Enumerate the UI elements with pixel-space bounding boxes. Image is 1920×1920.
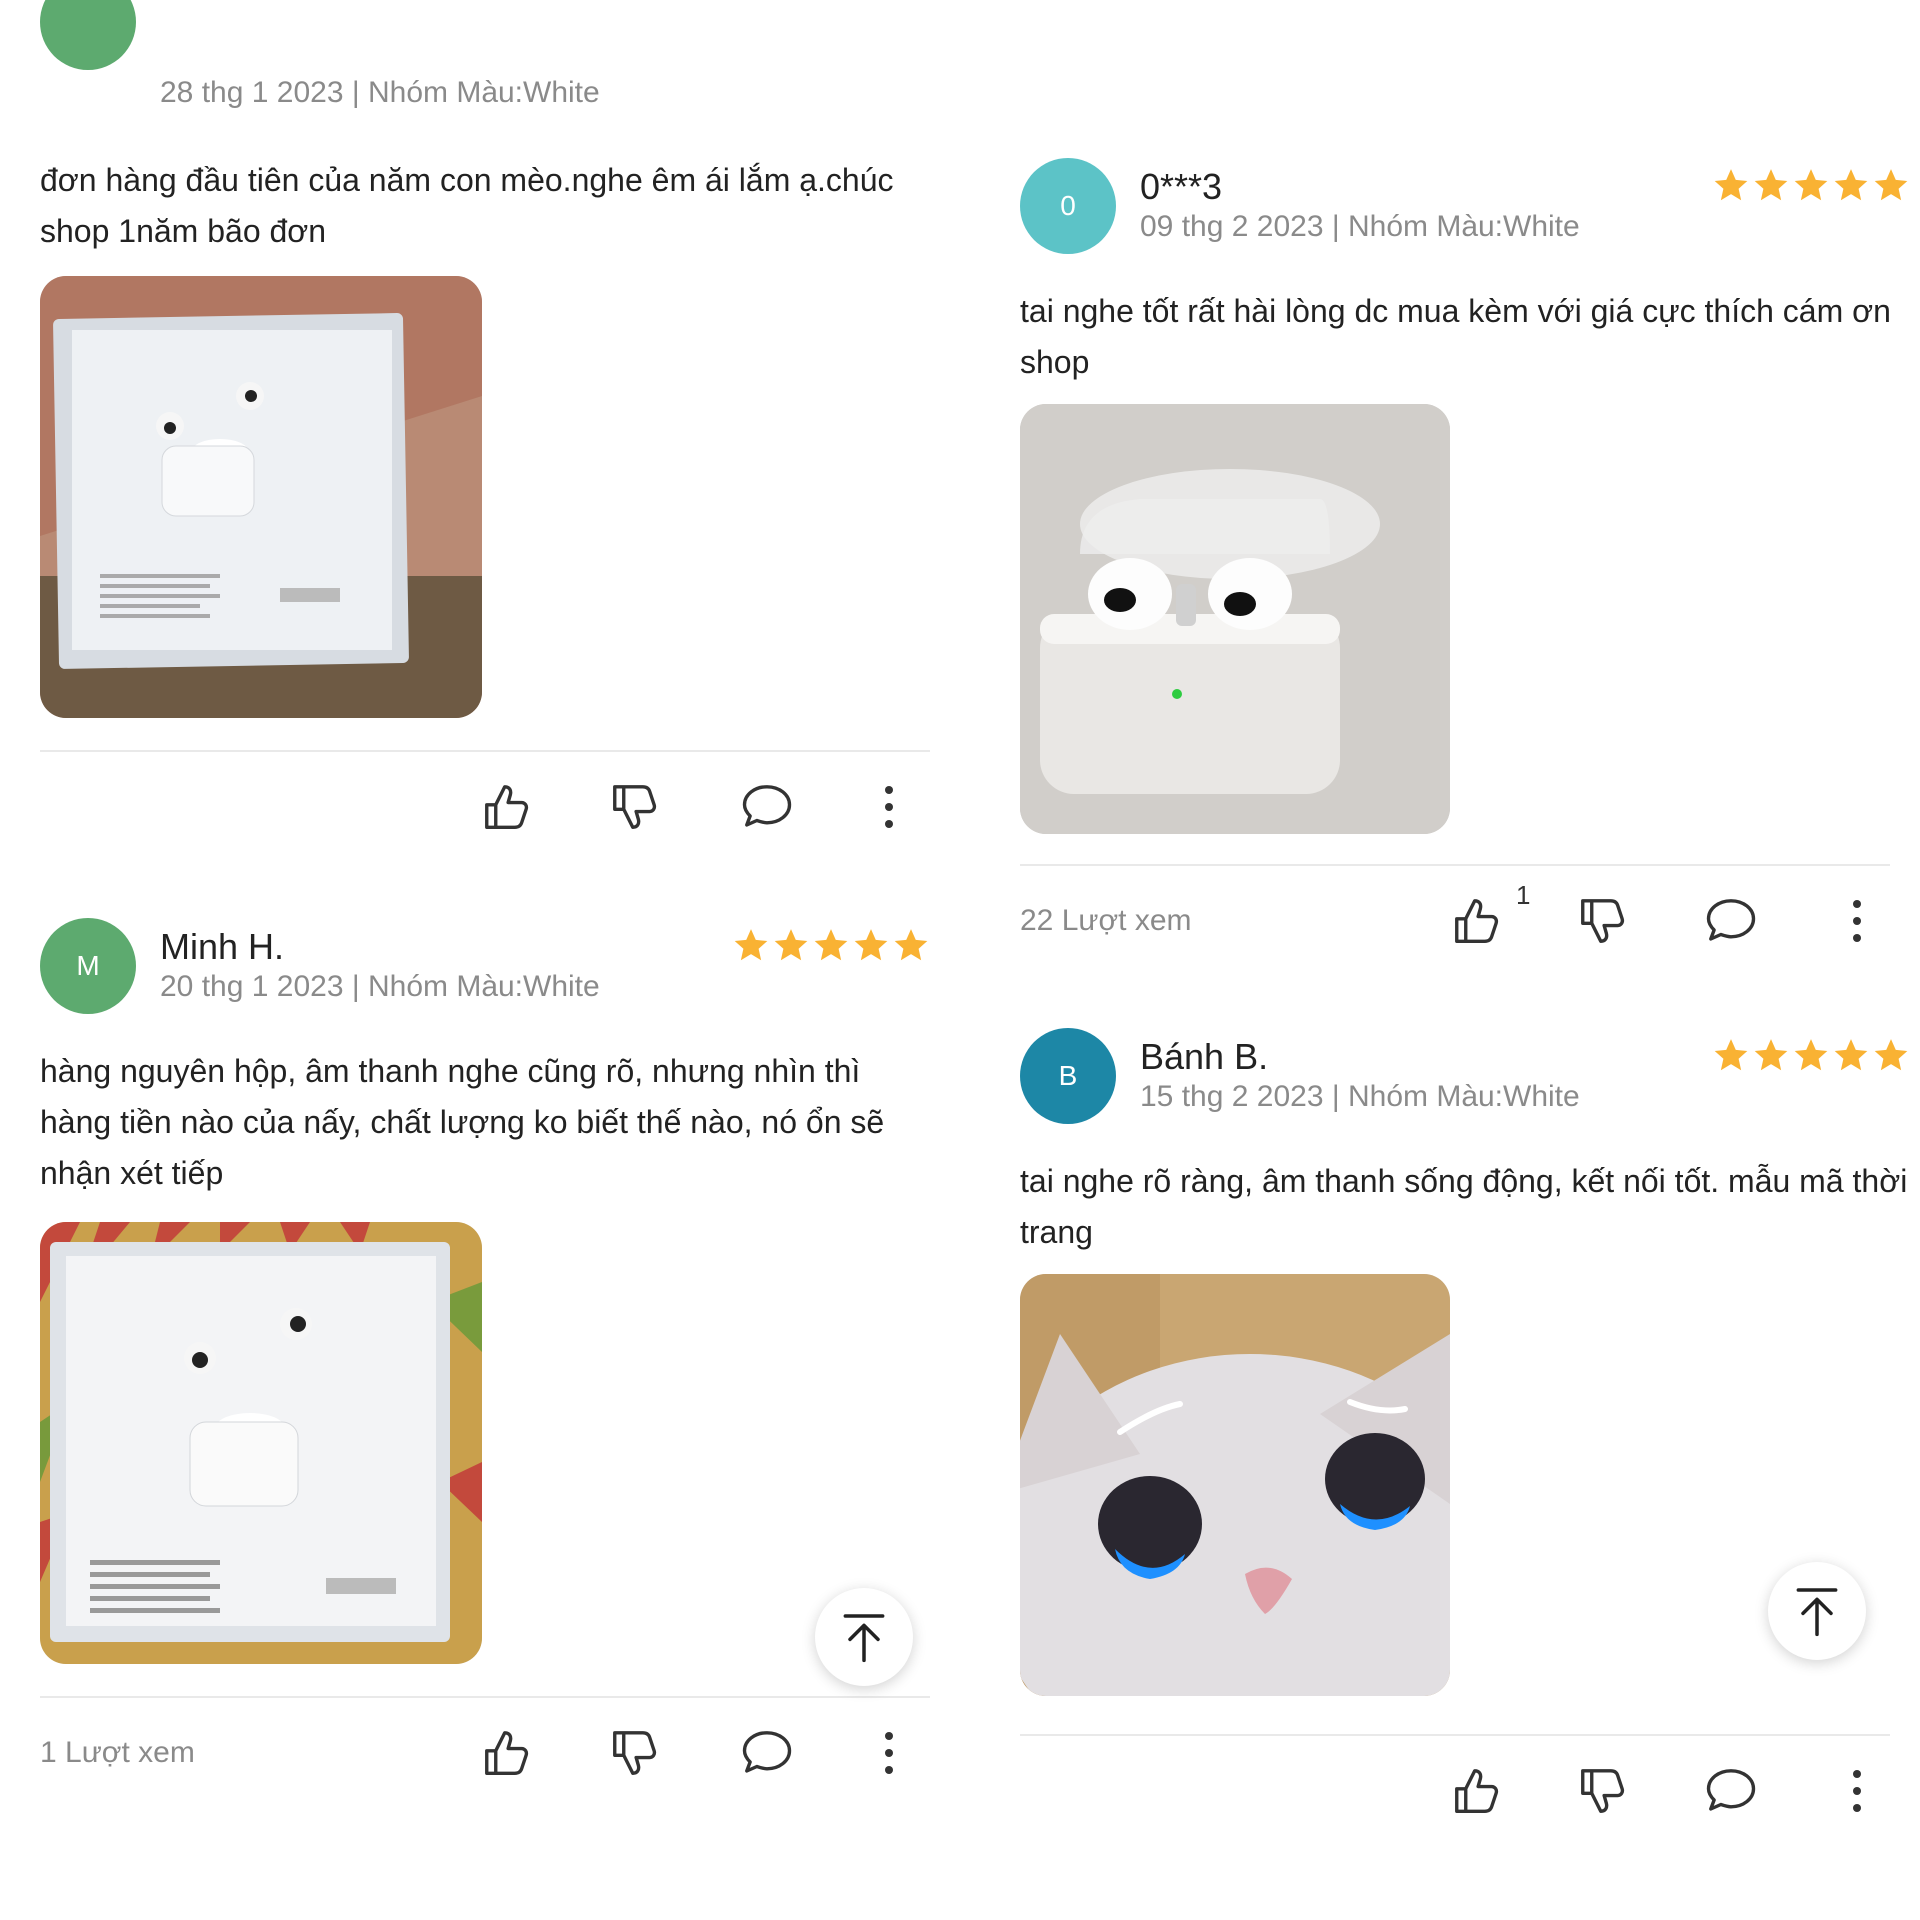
star-icon	[1874, 169, 1908, 201]
comment-button[interactable]	[740, 1726, 794, 1780]
like-button[interactable]	[1450, 1764, 1504, 1818]
more-vertical-icon	[1853, 900, 1861, 942]
star-rating	[1712, 1036, 1910, 1074]
scroll-to-top-button[interactable]	[1768, 1562, 1866, 1660]
review-actions: 22 Lượt xem 1	[1020, 866, 1890, 976]
reviewer-name: 0***3	[1140, 166, 1223, 207]
dislike-button[interactable]	[1576, 894, 1630, 948]
thumbs-down-icon	[613, 1731, 657, 1775]
scroll-to-top-button[interactable]	[815, 1588, 913, 1686]
avatar: B	[1020, 1028, 1116, 1124]
review-meta: 20 thg 1 2023 | Nhóm Màu:White	[160, 970, 600, 1003]
more-vertical-icon	[1853, 1770, 1861, 1812]
star-icon	[1794, 169, 1828, 201]
airpods-case-photo-icon	[1020, 404, 1450, 834]
comment-icon	[742, 785, 792, 827]
review-photo[interactable]	[40, 276, 482, 718]
right-review-column: 0 0***3 09 thg 2 2023 | Nhóm Màu:White t…	[1020, 0, 1910, 1920]
thumbs-up-icon	[485, 1731, 529, 1775]
thumbs-down-icon	[613, 785, 657, 829]
airpods-box-photo-icon	[40, 276, 482, 718]
review-header: M Minh H. 20 thg 1 2023 | Nhóm Màu:White	[40, 918, 930, 1018]
review-card: 0 0***3 09 thg 2 2023 | Nhóm Màu:White	[1020, 158, 1910, 258]
like-count: 1	[1516, 880, 1531, 910]
review-actions	[1020, 1736, 1890, 1846]
star-rating	[732, 926, 930, 964]
comment-icon	[742, 1731, 792, 1773]
star-icon	[1874, 1039, 1908, 1071]
comment-button[interactable]	[1704, 1764, 1758, 1818]
more-options-button[interactable]	[1842, 894, 1872, 948]
review-meta: 28 thg 1 2023 | Nhóm Màu:White	[160, 76, 600, 109]
thumbs-up-icon	[485, 785, 529, 829]
star-icon	[814, 929, 848, 961]
review-photo[interactable]	[40, 1222, 482, 1664]
review-actions	[40, 752, 930, 862]
review-header: B Bánh B. 15 thg 2 2023 | Nhóm Màu:White	[1020, 1028, 1910, 1128]
view-count: 22 Lượt xem	[1020, 904, 1192, 937]
review-meta: 09 thg 2 2023 | Nhóm Màu:White	[1140, 210, 1580, 243]
review-card: B Bánh B. 15 thg 2 2023 | Nhóm Màu:White	[1020, 1028, 1910, 1128]
review-text: tai nghe rõ ràng, âm thanh sống động, kế…	[1020, 1163, 1908, 1250]
review-text: tai nghe tốt rất hài lòng dc mua kèm với…	[1020, 293, 1891, 380]
review-text: hàng nguyên hộp, âm thanh nghe cũng rõ, …	[40, 1053, 885, 1191]
comment-icon	[1706, 1769, 1756, 1811]
avatar: 0	[1020, 158, 1116, 254]
review-photo[interactable]	[1020, 404, 1450, 834]
more-options-button[interactable]	[1842, 1764, 1872, 1818]
star-icon	[894, 929, 928, 961]
star-icon	[1834, 1039, 1868, 1071]
star-icon	[1834, 169, 1868, 201]
like-button[interactable]	[480, 1726, 534, 1780]
review-photo[interactable]	[1020, 1274, 1450, 1696]
star-rating	[1712, 166, 1910, 204]
comment-button[interactable]	[1704, 894, 1758, 948]
like-button[interactable]	[480, 780, 534, 834]
more-vertical-icon	[885, 786, 893, 828]
dislike-button[interactable]	[608, 780, 662, 834]
review-meta: 15 thg 2 2023 | Nhóm Màu:White	[1140, 1080, 1580, 1113]
like-button[interactable]	[1450, 894, 1504, 948]
review-card: M Minh H. 20 thg 1 2023 | Nhóm Màu:White	[40, 918, 930, 1018]
arrow-up-to-top-icon	[1796, 1588, 1838, 1637]
star-icon	[1714, 1039, 1748, 1071]
star-icon	[1754, 169, 1788, 201]
star-icon	[1754, 1039, 1788, 1071]
crying-cat-photo-icon	[1020, 1274, 1450, 1696]
review-text: đơn hàng đầu tiên của năm con mèo.nghe ê…	[40, 162, 894, 249]
star-icon	[1794, 1039, 1828, 1071]
dislike-button[interactable]	[1576, 1764, 1630, 1818]
avatar	[40, 0, 136, 70]
thumbs-down-icon	[1581, 899, 1625, 943]
arrow-up-to-top-icon	[843, 1614, 885, 1663]
dislike-button[interactable]	[608, 1726, 662, 1780]
reviewer-name: Minh H.	[160, 926, 285, 967]
star-icon	[774, 929, 808, 961]
comment-icon	[1706, 899, 1756, 941]
more-options-button[interactable]	[874, 780, 904, 834]
star-icon	[1714, 169, 1748, 201]
thumbs-up-icon	[1455, 1769, 1499, 1813]
more-options-button[interactable]	[874, 1726, 904, 1780]
comment-button[interactable]	[740, 780, 794, 834]
reviewer-name: Bánh B.	[1140, 1036, 1269, 1077]
more-vertical-icon	[885, 1732, 893, 1774]
star-icon	[734, 929, 768, 961]
review-header: 0 0***3 09 thg 2 2023 | Nhóm Màu:White	[1020, 158, 1910, 258]
airpods-box-wrapped-photo-icon	[40, 1222, 482, 1664]
view-count: 1 Lượt xem	[40, 1736, 195, 1769]
left-review-column: 28 thg 1 2023 | Nhóm Màu:White đơn hàng …	[40, 0, 930, 1920]
thumbs-down-icon	[1581, 1769, 1625, 1813]
thumbs-up-icon	[1455, 899, 1499, 943]
avatar: M	[40, 918, 136, 1014]
review-actions: 1 Lượt xem	[40, 1698, 930, 1808]
star-icon	[854, 929, 888, 961]
